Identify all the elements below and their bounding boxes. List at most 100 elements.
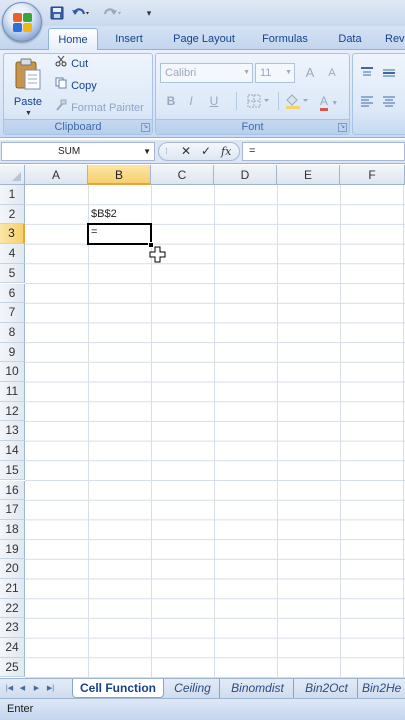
- fill-color-button[interactable]: [282, 91, 312, 111]
- row-header[interactable]: 16: [0, 480, 25, 501]
- row-header[interactable]: 24: [0, 638, 25, 658]
- clipboard-group-label: Clipboard: [4, 119, 152, 134]
- column-header-d[interactable]: D: [214, 165, 277, 185]
- sheet-tab-cell-function[interactable]: Cell Function: [72, 679, 164, 698]
- bold-icon: B: [166, 94, 176, 108]
- copy-button[interactable]: Copy: [54, 77, 97, 95]
- row-header[interactable]: 6: [0, 283, 25, 304]
- tab-insert[interactable]: Insert: [108, 28, 150, 50]
- paste-button[interactable]: Paste ▼: [10, 58, 46, 117]
- name-box[interactable]: SUM ▼: [1, 142, 155, 161]
- row-header[interactable]: 1: [0, 185, 25, 205]
- insert-function-button[interactable]: fx: [221, 143, 231, 160]
- row-header[interactable]: 21: [0, 579, 25, 599]
- office-button[interactable]: [2, 2, 42, 42]
- tab-formulas[interactable]: Formulas: [255, 28, 315, 50]
- row-header[interactable]: 5: [0, 263, 25, 284]
- row-header[interactable]: 10: [0, 362, 25, 382]
- shrink-font-icon: A: [328, 67, 336, 79]
- last-sheet-button[interactable]: ▶|: [45, 682, 56, 695]
- cell-cursor-icon: [149, 246, 166, 263]
- row-header[interactable]: 11: [0, 382, 25, 402]
- status-mode: Enter: [7, 703, 34, 715]
- row-header-selected[interactable]: 3: [0, 224, 25, 245]
- row-header[interactable]: 8: [0, 322, 25, 343]
- redo-icon: [103, 8, 121, 15]
- row-header[interactable]: 25: [0, 657, 25, 678]
- tab-data[interactable]: Data: [330, 28, 370, 50]
- row-header[interactable]: 12: [0, 401, 25, 422]
- row-header[interactable]: 13: [0, 421, 25, 442]
- shrink-font-button[interactable]: A: [322, 63, 342, 83]
- cancel-formula-button[interactable]: ✕: [181, 143, 191, 160]
- row-header[interactable]: 22: [0, 598, 25, 619]
- row-header[interactable]: 9: [0, 342, 25, 363]
- first-sheet-button[interactable]: |◀: [4, 682, 15, 695]
- font-dialog-launcher[interactable]: ↘: [338, 123, 347, 132]
- toolbar-divider: [236, 92, 237, 110]
- row-header[interactable]: 14: [0, 441, 25, 461]
- align-middle-button[interactable]: [379, 63, 399, 83]
- row-header[interactable]: 19: [0, 539, 25, 560]
- align-top-icon: [361, 67, 373, 76]
- align-top-button[interactable]: [357, 63, 377, 83]
- worksheet-grid[interactable]: A B C D E F 1 2 3 4 5 6 7 8 9 10 11 12 1…: [0, 165, 405, 678]
- launcher-arrow-icon: ↘: [339, 124, 346, 130]
- chevron-down-icon: ▼: [243, 69, 250, 76]
- save-button[interactable]: [48, 4, 66, 22]
- row-header[interactable]: 23: [0, 618, 25, 639]
- save-icon: [50, 6, 64, 20]
- align-center-button[interactable]: [379, 91, 399, 111]
- row-header[interactable]: 20: [0, 559, 25, 579]
- font-color-button[interactable]: A ▼: [314, 91, 344, 111]
- formula-input[interactable]: =: [242, 142, 405, 161]
- tab-page-layout[interactable]: Page Layout: [166, 28, 242, 50]
- row-header[interactable]: 4: [0, 244, 25, 264]
- row-header[interactable]: 17: [0, 500, 25, 520]
- clipboard-dialog-launcher[interactable]: ↘: [141, 123, 150, 132]
- office-logo-icon: [13, 13, 33, 33]
- tab-home[interactable]: Home: [48, 28, 98, 51]
- borders-button[interactable]: [244, 91, 274, 111]
- ribbon: Paste ▼ Cut Copy Format Painter Clipboar…: [0, 50, 405, 138]
- column-header-b[interactable]: B: [88, 165, 151, 185]
- underline-button[interactable]: U: [202, 91, 226, 111]
- active-cell-b3[interactable]: =: [87, 223, 152, 246]
- prev-sheet-button[interactable]: ◀: [17, 682, 28, 695]
- customize-quick-access-button[interactable]: ▾: [142, 4, 156, 22]
- row-header[interactable]: 2: [0, 204, 25, 225]
- column-header-e[interactable]: E: [277, 165, 340, 185]
- column-header-a[interactable]: A: [25, 165, 88, 185]
- chevron-down-icon: ▾: [146, 7, 152, 18]
- font-size-combo[interactable]: 11 ▼: [255, 63, 295, 83]
- next-sheet-button[interactable]: ▶: [31, 682, 42, 695]
- cell-b2[interactable]: $B$2: [88, 205, 151, 223]
- chevron-down-icon: ▼: [331, 100, 339, 107]
- chevron-down-icon: ▼: [143, 147, 151, 156]
- row-header[interactable]: 18: [0, 519, 25, 540]
- format-painter-button[interactable]: Format Painter: [54, 99, 144, 117]
- scissors-icon: [54, 55, 68, 73]
- italic-button[interactable]: I: [182, 91, 200, 111]
- bold-button[interactable]: B: [162, 91, 180, 111]
- select-all-button[interactable]: [0, 165, 25, 185]
- redo-button[interactable]: [100, 4, 124, 22]
- column-header-f[interactable]: F: [340, 165, 405, 185]
- tab-review[interactable]: Rev: [385, 28, 405, 50]
- sheet-tab-bin2oct[interactable]: Bin2Oct: [296, 679, 358, 698]
- sheet-tab-ceiling[interactable]: Ceiling: [166, 679, 220, 698]
- row-header[interactable]: 7: [0, 303, 25, 323]
- formula-controls: ⁝ ✕ ✓ fx: [158, 142, 240, 161]
- align-left-button[interactable]: [357, 91, 377, 111]
- launcher-arrow-icon: ↘: [142, 124, 149, 130]
- row-header[interactable]: 15: [0, 460, 25, 481]
- sheet-tab-bin2hex[interactable]: Bin2He: [362, 679, 405, 698]
- undo-button[interactable]: [70, 4, 92, 22]
- grow-font-button[interactable]: A: [300, 63, 320, 83]
- font-name-combo[interactable]: Calibri ▼: [160, 63, 253, 83]
- sheet-tab-binomdist[interactable]: Binomdist: [222, 679, 294, 698]
- enter-formula-button[interactable]: ✓: [201, 143, 211, 160]
- cut-button[interactable]: Cut: [54, 55, 88, 73]
- column-header-c[interactable]: C: [151, 165, 214, 185]
- gridlines: [25, 185, 405, 678]
